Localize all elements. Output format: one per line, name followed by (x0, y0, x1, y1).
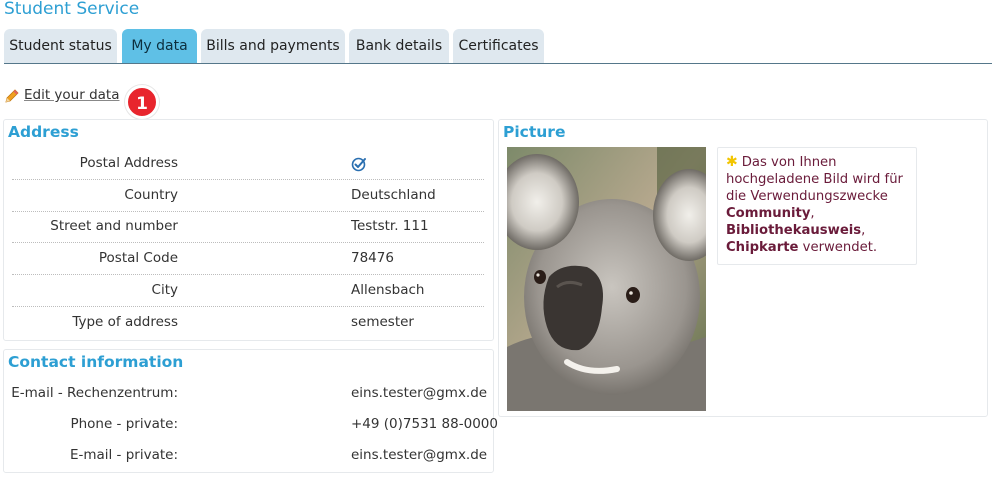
field-label: Street and number (50, 218, 178, 234)
edit-your-data-link[interactable]: Edit your data (24, 87, 120, 103)
tab-my-data[interactable]: My data (122, 29, 197, 63)
address-row-type: Type of address semester (12, 307, 484, 339)
field-label: Postal Code (98, 250, 178, 266)
notice-purpose-community: Community (726, 206, 811, 221)
field-value: eins.tester@gmx.de (351, 385, 488, 401)
field-value: Teststr. 111 (351, 218, 429, 234)
field-label: City (151, 282, 178, 298)
field-label: Country (124, 187, 178, 203)
notice-purpose-chipkarte: Chipkarte (726, 240, 799, 255)
picture-title: Picture (503, 123, 566, 141)
notice-text-after: verwendet. (802, 240, 878, 255)
address-row-street: Street and number Teststr. 111 (12, 211, 484, 243)
address-row-city: City Allensbach (12, 275, 484, 307)
contact-row-phone: Phone - private: +49 (0)7531 88-0000 (12, 409, 498, 441)
notice-text-before: Das von Ihnen hochgeladene Bild wird für… (726, 155, 903, 204)
tab-bank-details[interactable]: Bank details (349, 29, 449, 63)
field-value: +49 (0)7531 88-0000 (351, 416, 498, 432)
field-label: Type of address (72, 314, 178, 330)
tab-student-status[interactable]: Student status (4, 29, 117, 63)
check-circle-icon (351, 157, 366, 172)
koala-photo (507, 147, 706, 411)
field-label: E-mail - private: (69, 447, 178, 463)
tab-bar: Student status My data Bills and payment… (4, 29, 992, 64)
address-row-postal-code: Postal Code 78476 (12, 243, 484, 275)
tab-bills-and-payments[interactable]: Bills and payments (201, 29, 345, 63)
picture-usage-notice: ✱ Das von Ihnen hochgeladene Bild wird fü… (717, 147, 917, 265)
field-value: eins.tester@gmx.de (351, 447, 488, 463)
field-label: E-mail - Rechenzentrum: (11, 385, 178, 401)
field-label: Phone - private: (70, 416, 178, 432)
field-value: 78476 (351, 250, 394, 266)
tab-certificates[interactable]: Certificates (453, 29, 544, 63)
contact-panel: Contact information E-mail - Rechenzentr… (3, 349, 498, 473)
address-row-country: Country Deutschland (12, 180, 484, 212)
asterisk-icon: ✱ (726, 154, 738, 170)
field-value: semester (351, 314, 414, 330)
step-badge: 1 (125, 85, 159, 119)
pencil-icon (5, 89, 19, 103)
picture-panel: Picture ✱ Das von Ihnen hochgeladene Bil… (498, 119, 988, 417)
address-row-postal-address: Postal Address (12, 148, 484, 180)
field-value: Allensbach (351, 282, 425, 298)
profile-picture (507, 147, 706, 411)
page-title: Student Service (4, 0, 140, 19)
field-value: Deutschland (351, 187, 436, 203)
field-label: Postal Address (79, 155, 178, 171)
address-title: Address (8, 123, 79, 141)
address-panel: Address Postal Address Country Deutschla… (3, 119, 494, 341)
contact-title: Contact information (8, 353, 184, 371)
contact-row-email-private: E-mail - private: eins.tester@gmx.de (12, 440, 488, 472)
contact-row-email-rz: E-mail - Rechenzentrum: eins.tester@gmx.… (11, 378, 488, 410)
notice-purpose-bibliothekausweis: Bibliothekausweis (726, 223, 862, 238)
